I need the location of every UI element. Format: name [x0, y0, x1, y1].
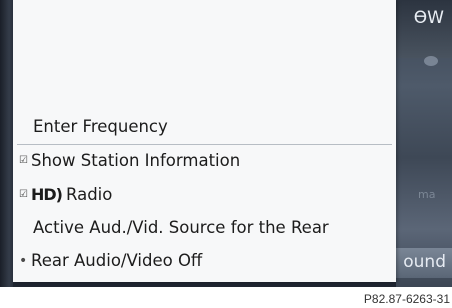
menu-item-label: Radio — [66, 185, 113, 204]
menu-item-label: Active Aud./Vid. Source for the Rear — [33, 218, 329, 237]
background-right-top-text: ӨW — [413, 8, 444, 28]
menu-item-label: Enter Frequency — [33, 117, 168, 136]
hd-radio-logo: HD) — [31, 185, 63, 204]
menu-item-label: Rear Audio/Video Off — [31, 251, 203, 270]
menu-item-rear-audio-video-off[interactable]: • Rear Audio/Video Off — [13, 246, 396, 276]
menu-item-label: Show Station Information — [31, 151, 241, 170]
menu-item-active-source-rear[interactable]: Active Aud./Vid. Source for the Rear — [13, 213, 396, 243]
bullet-icon: • — [19, 253, 28, 269]
radio-options-menu: Enter Frequency ☑ Show Station Informati… — [13, 0, 396, 282]
menu-item-enter-frequency[interactable]: Enter Frequency — [13, 112, 396, 142]
screen: ӨW ma ound Enter Frequency ☑ Show Statio… — [0, 0, 452, 287]
checkbox-checked-icon: ☑ — [19, 189, 28, 200]
figure-caption: P82.87-6263-31 — [363, 292, 450, 306]
menu-divider — [17, 144, 392, 145]
background-left-strip — [0, 0, 13, 287]
background-right-bottom-text: ound — [403, 252, 446, 272]
menu-item-hd-radio[interactable]: ☑ HD) Radio — [13, 180, 396, 210]
menu-item-show-station-information[interactable]: ☑ Show Station Information — [13, 146, 396, 176]
background-right-faded-text: ma — [418, 188, 436, 201]
checkbox-checked-icon: ☑ — [19, 155, 28, 166]
background-signal-icon — [424, 56, 438, 66]
